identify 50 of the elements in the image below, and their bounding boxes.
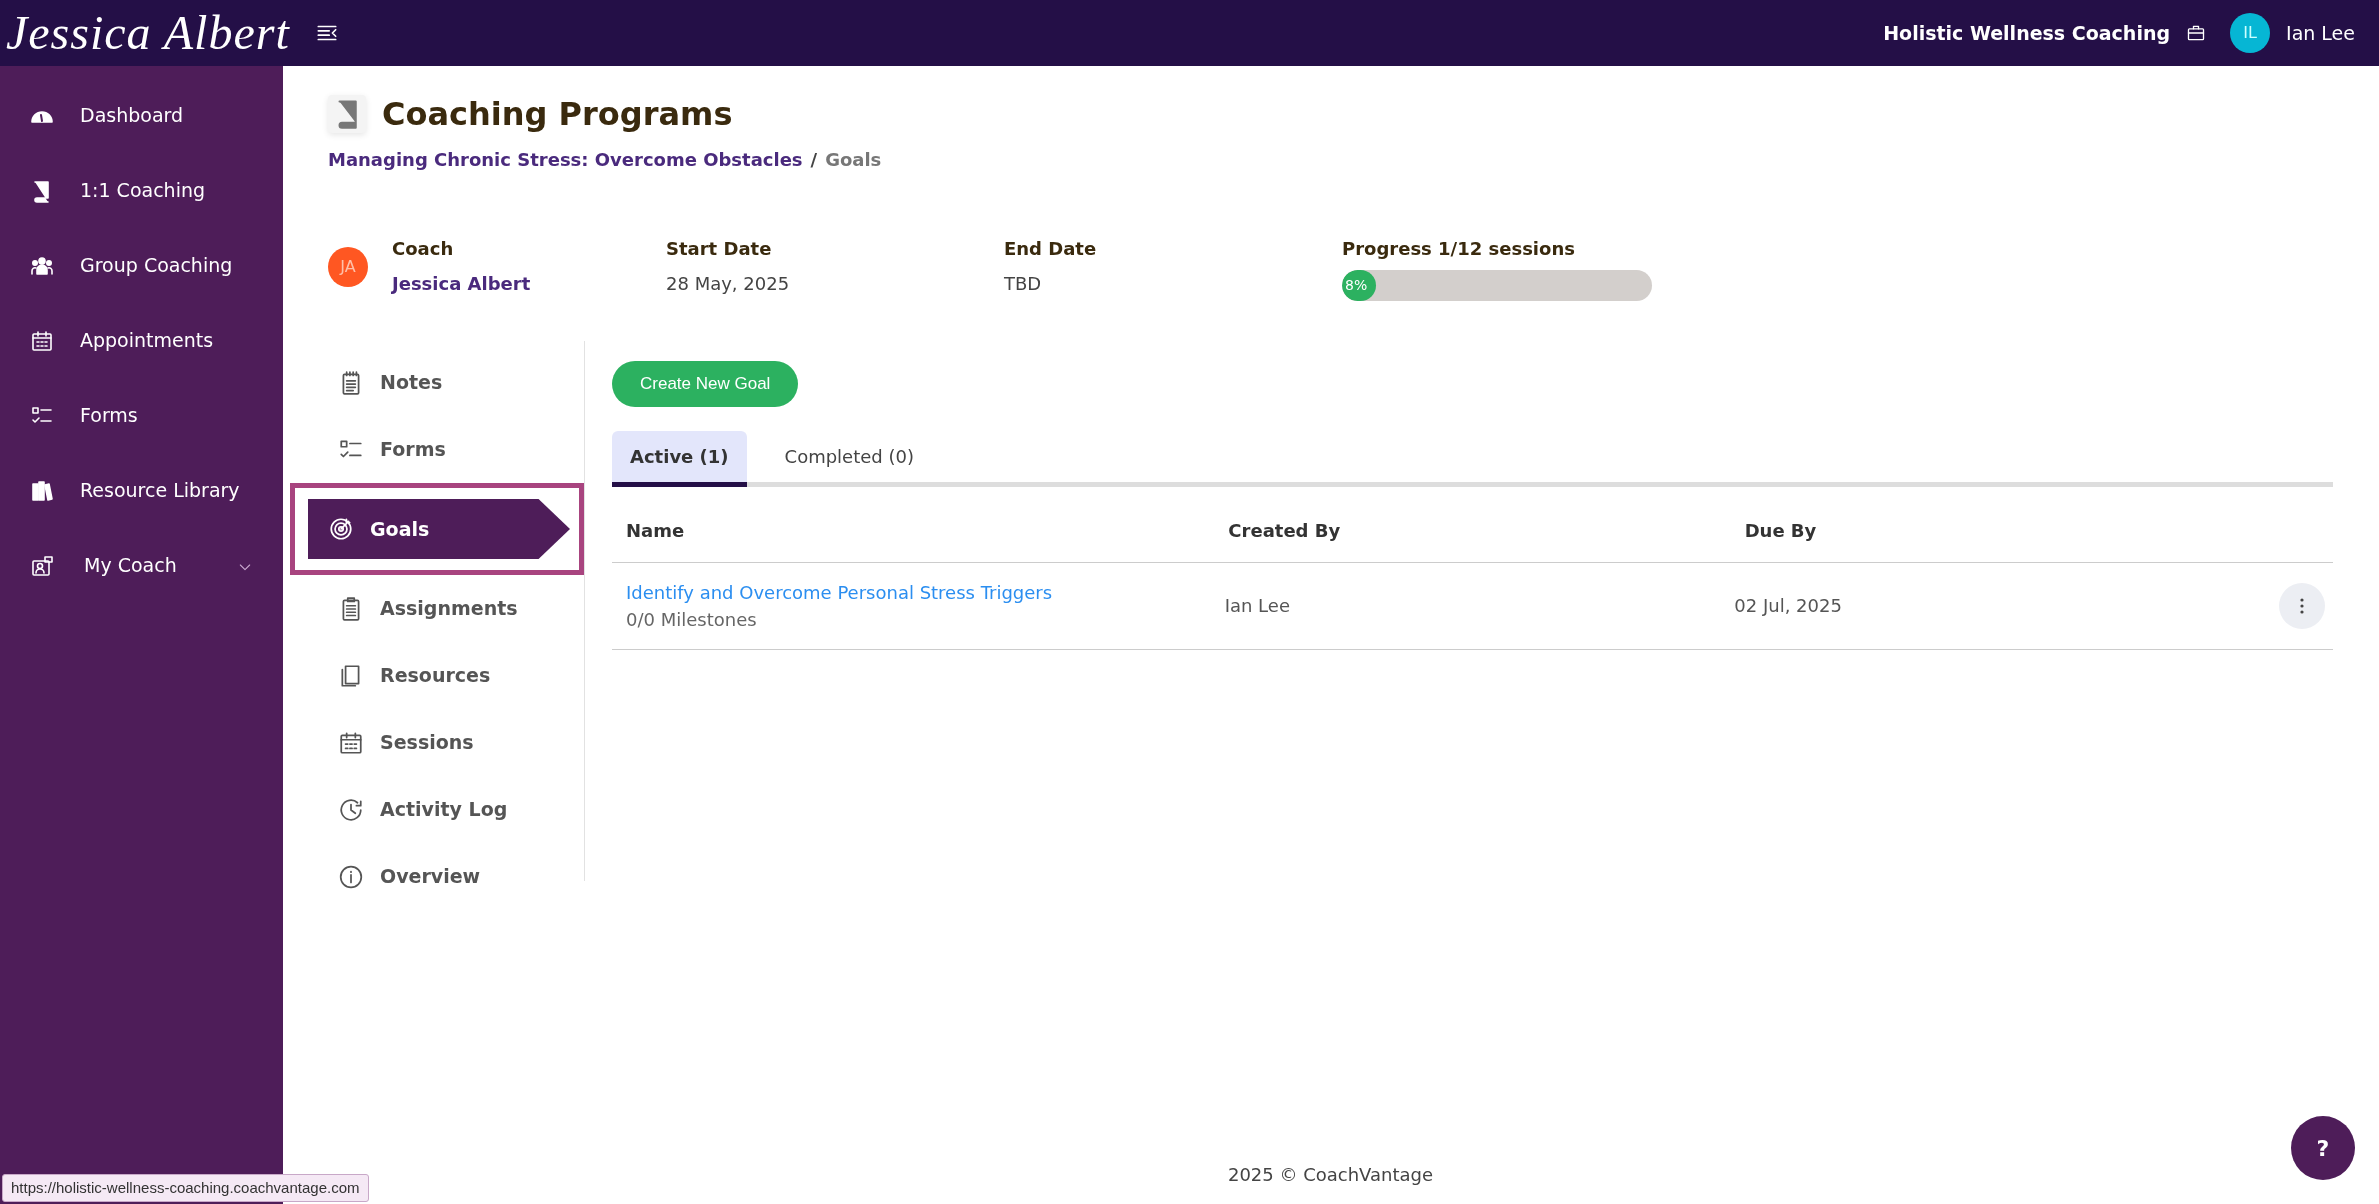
info-value: 28 May, 2025 <box>666 272 791 296</box>
info-label: End Date <box>1004 237 1098 261</box>
sidebar-item[interactable]: My Coach <box>0 528 283 603</box>
sub-nav-item[interactable]: Overview <box>295 843 584 910</box>
organization-name: Holistic Wellness Coaching <box>1883 20 2171 46</box>
coach-avatar: JA <box>328 247 368 287</box>
sub-nav-item[interactable]: Forms <box>295 416 584 483</box>
progress-fill: 8% <box>1342 270 1376 301</box>
logo[interactable]: Jessica Albert <box>6 9 290 57</box>
info-value: TBD <box>1004 272 1043 296</box>
column-header: Created By <box>1227 518 1342 543</box>
table-cell-text: Ian Lee <box>1223 594 1291 618</box>
clock-history-icon <box>338 796 364 823</box>
calendar-icon <box>338 729 364 756</box>
milestones-count: 0/0 Milestones <box>626 607 758 632</box>
books-icon <box>30 478 54 503</box>
sidebar-item[interactable]: 1:1 Coaching <box>0 153 283 228</box>
briefcase-icon <box>2186 23 2207 43</box>
sub-nav-item[interactable]: Sessions <box>295 709 584 776</box>
breadcrumb-current: Goals <box>825 148 882 172</box>
column-header: Due By <box>1743 518 1818 543</box>
status-link-url: https://holistic-wellness-coaching.coachvantage.com <box>2 1173 369 1202</box>
sidebar-item[interactable]: Resource Library <box>0 453 283 528</box>
contact-card-icon <box>30 553 54 578</box>
kebab-icon <box>2300 597 2304 614</box>
page-title: Coaching Programs <box>382 94 733 135</box>
calendar-icon <box>30 328 54 353</box>
table-cell-text: 02 Jul, 2025 <box>1733 594 1843 618</box>
tab[interactable]: Completed (0) <box>766 430 932 487</box>
info-label: Start Date <box>666 237 773 261</box>
info-label: Coach <box>392 237 455 261</box>
sidebar-item[interactable]: Appointments <box>0 303 283 378</box>
sidebar-item[interactable]: Forms <box>0 378 283 453</box>
info-icon <box>338 863 364 890</box>
sidebar-item[interactable]: Dashboard <box>0 78 283 153</box>
help-button[interactable]: ? <box>2291 1116 2355 1180</box>
breadcrumb-separator: / <box>810 148 818 172</box>
user-name[interactable]: Ian Lee <box>2286 18 2355 48</box>
coach-name-link[interactable]: Jessica Albert <box>392 270 531 297</box>
sub-nav-item[interactable]: Goals <box>308 499 570 559</box>
sub-nav-item[interactable]: Resources <box>295 642 584 709</box>
column-header: Name <box>625 518 686 543</box>
sub-nav-item[interactable]: Assignments <box>295 575 584 642</box>
tab[interactable]: Active (1) <box>612 430 747 487</box>
sub-nav-item[interactable]: Activity Log <box>295 776 584 843</box>
sub-nav-item[interactable]: Notes <box>295 349 584 416</box>
sidebar-item[interactable]: Group Coaching <box>0 228 283 303</box>
progress-label: Progress 1/12 sessions <box>1342 237 1576 261</box>
breadcrumb-link[interactable]: Managing Chronic Stress: Overcome Obstacles <box>328 146 803 173</box>
target-icon <box>328 516 354 542</box>
